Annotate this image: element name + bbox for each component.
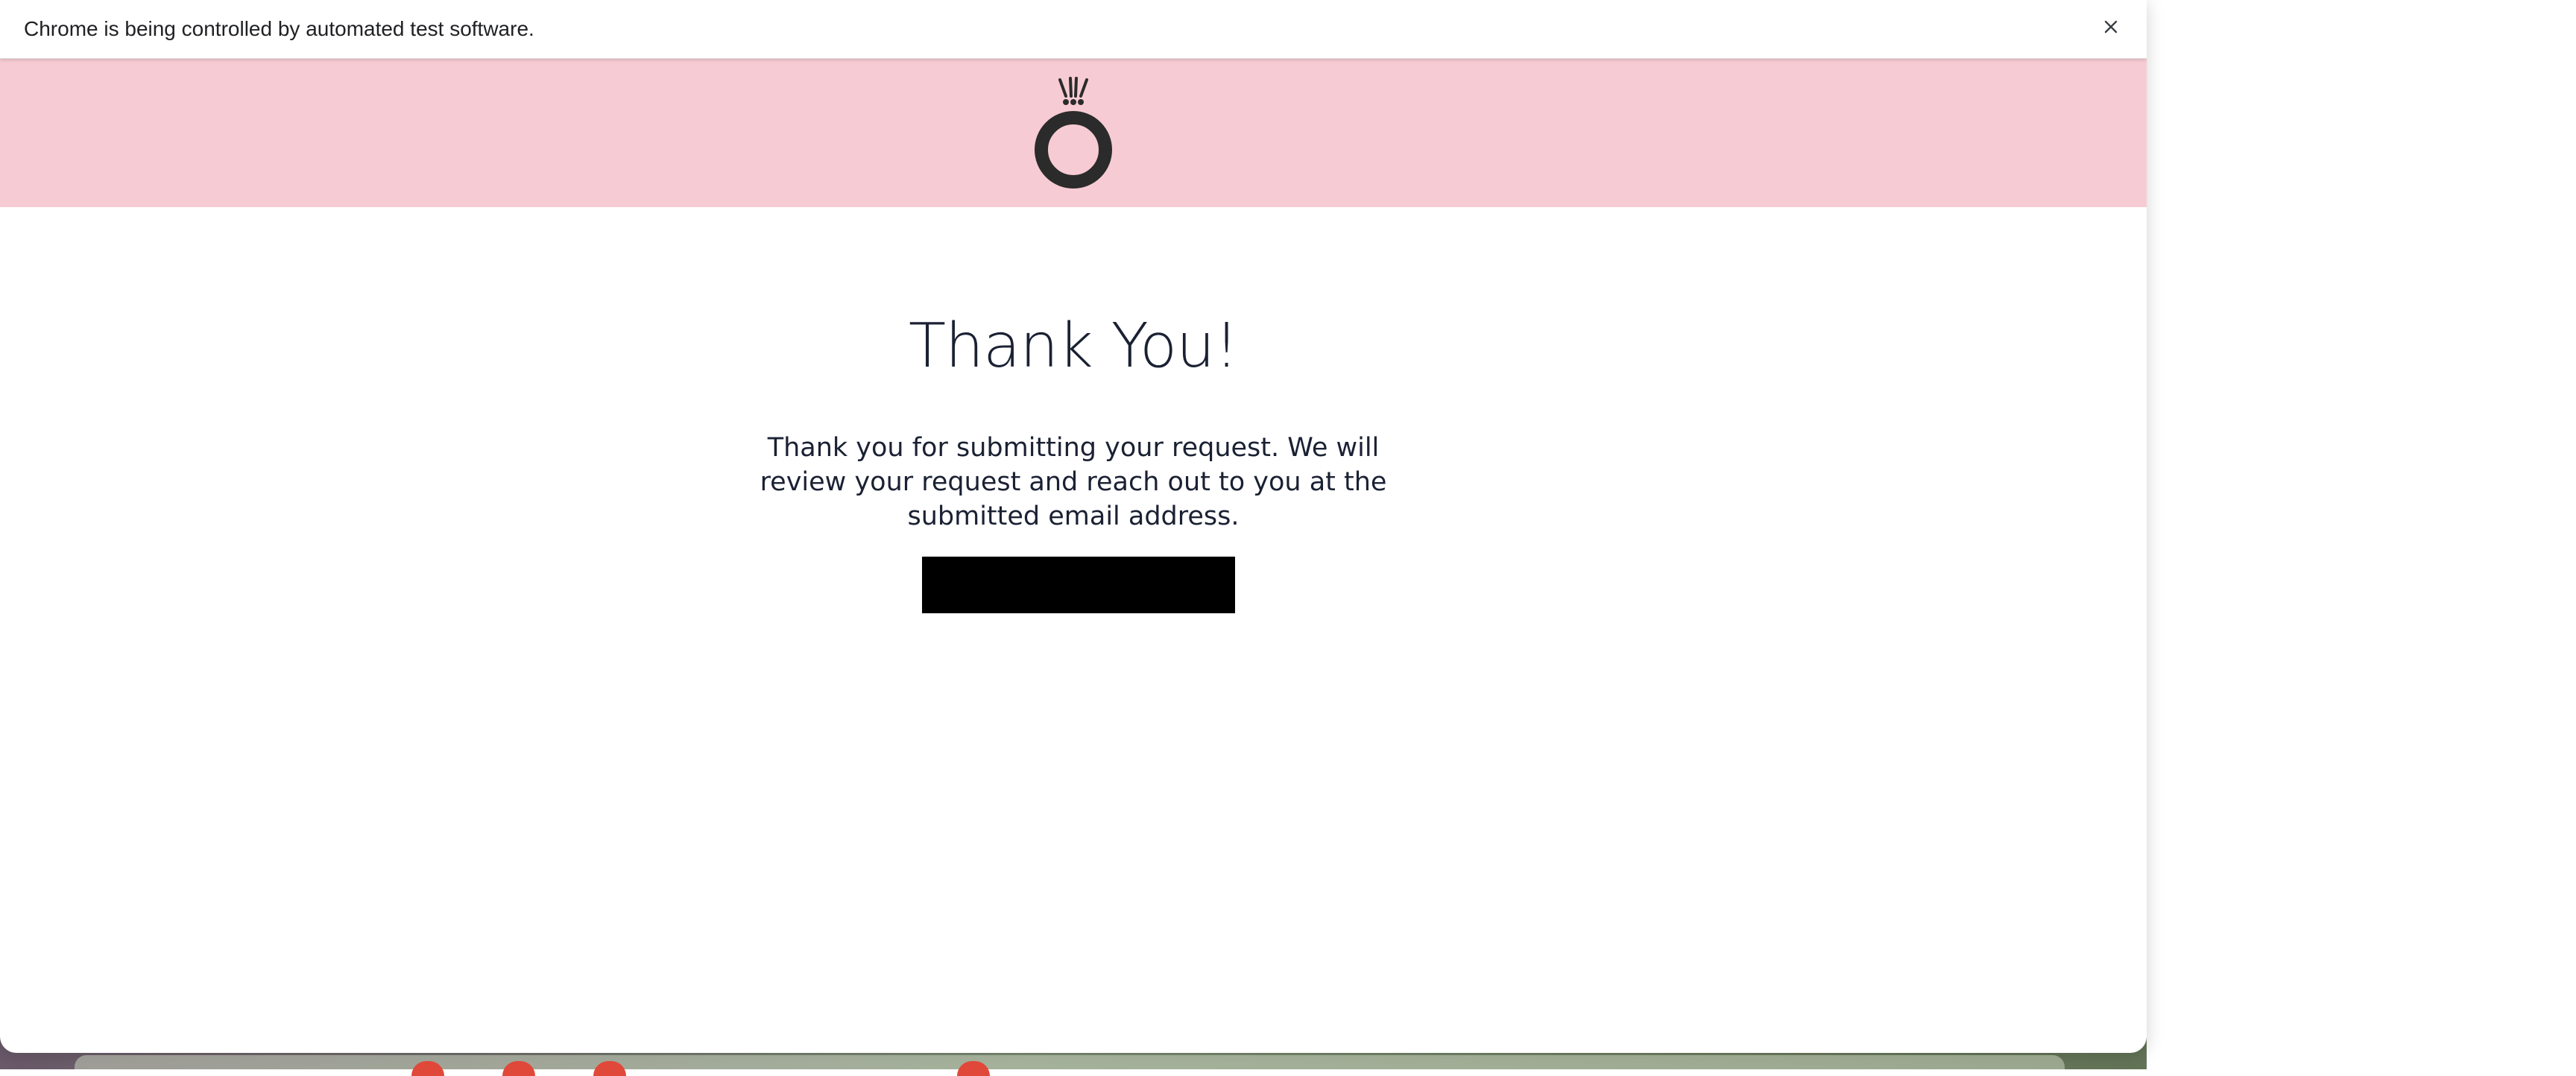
close-icon[interactable] xyxy=(2096,12,2126,42)
continue-button[interactable] xyxy=(922,557,1235,613)
infobar-message: Chrome is being controlled by automated … xyxy=(24,17,534,40)
browser-window: Chrome is being controlled by automated … xyxy=(0,0,2147,1053)
confirmation-message: Thank you for submitting your request. W… xyxy=(760,433,1387,531)
crown-ring-logo-icon[interactable] xyxy=(1030,75,1117,190)
page-title: Thank You! xyxy=(908,311,1239,382)
desktop-blank-area xyxy=(2147,0,2576,1069)
automation-infobar: Chrome is being controlled by automated … xyxy=(0,0,2147,59)
dock xyxy=(75,1055,2065,1069)
